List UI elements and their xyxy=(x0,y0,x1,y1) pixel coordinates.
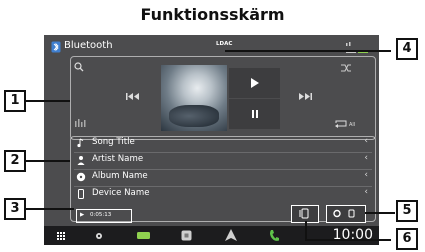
settings-icon[interactable] xyxy=(94,231,104,241)
callout-leader xyxy=(26,160,70,162)
callout-leader xyxy=(26,100,70,102)
play-icon xyxy=(250,78,259,88)
source-label[interactable]: Bluetooth xyxy=(64,40,113,51)
callout-4: 4 xyxy=(396,38,418,60)
music-note-icon xyxy=(77,138,84,148)
callout-1: 1 xyxy=(4,90,26,112)
phone-icon[interactable] xyxy=(269,229,279,242)
battery-icon[interactable] xyxy=(137,232,151,239)
chevron-left-icon: ‹ xyxy=(364,187,368,197)
callout-leader xyxy=(225,50,391,52)
callout-leader xyxy=(305,221,307,241)
album-art xyxy=(161,65,227,131)
callout-2: 2 xyxy=(4,150,26,172)
bluetooth-source-icon[interactable] xyxy=(51,41,61,53)
album-name: Album Name xyxy=(92,171,148,181)
repeat-all-icon[interactable] xyxy=(334,120,348,129)
device-name: Device Name xyxy=(92,188,150,198)
grid-menu-icon[interactable] xyxy=(57,232,65,240)
track-info-row[interactable]: Device Name ‹ xyxy=(74,187,374,203)
play-button[interactable] xyxy=(229,68,280,98)
previous-icon[interactable] xyxy=(126,92,140,101)
callout-leader xyxy=(365,212,395,214)
pause-icon xyxy=(251,110,258,118)
artist-name: Artist Name xyxy=(92,154,144,164)
callout-6: 6 xyxy=(396,228,418,250)
page-heading: Funktionsskärm xyxy=(140,5,285,24)
callout-leader xyxy=(26,208,74,210)
track-info-row[interactable]: Artist Name ‹ xyxy=(74,153,374,169)
play-time-display: ▶ 0:05:13 xyxy=(76,209,132,223)
square-icon[interactable] xyxy=(181,230,192,241)
track-info-row[interactable]: Album Name ‹ xyxy=(74,170,374,186)
song-title: Song Title xyxy=(92,137,135,147)
play-status-icon: ▶ xyxy=(80,212,85,218)
head-unit-screen: Bluetooth LDAC All Song Title ‹ Artist N… xyxy=(44,35,379,245)
phone-list-icon xyxy=(299,208,309,219)
navigation-icon[interactable] xyxy=(225,229,237,241)
signal-icon xyxy=(346,42,368,53)
disc-icon xyxy=(76,172,86,182)
repeat-mode-label: All xyxy=(349,122,356,128)
search-icon[interactable] xyxy=(74,62,84,72)
next-icon[interactable] xyxy=(298,92,312,101)
person-icon xyxy=(77,156,85,165)
play-time: 0:05:13 xyxy=(90,212,112,218)
equalizer-icon[interactable] xyxy=(74,117,86,127)
shuffle-icon[interactable] xyxy=(340,63,352,73)
bottom-bar: 10:00 xyxy=(44,226,379,245)
chevron-left-icon: ‹ xyxy=(364,170,368,180)
callout-leader xyxy=(305,239,391,241)
codec-badge: LDAC xyxy=(216,41,233,47)
settings-button[interactable] xyxy=(326,205,366,223)
track-info-row[interactable]: Song Title ‹ xyxy=(74,136,374,152)
chevron-left-icon: ‹ xyxy=(364,136,368,146)
callout-5: 5 xyxy=(396,200,418,222)
callout-3: 3 xyxy=(4,198,26,220)
gear-icon xyxy=(333,209,355,218)
chevron-left-icon: ‹ xyxy=(364,153,368,163)
phone-icon xyxy=(78,189,84,199)
pause-button[interactable] xyxy=(229,99,280,129)
